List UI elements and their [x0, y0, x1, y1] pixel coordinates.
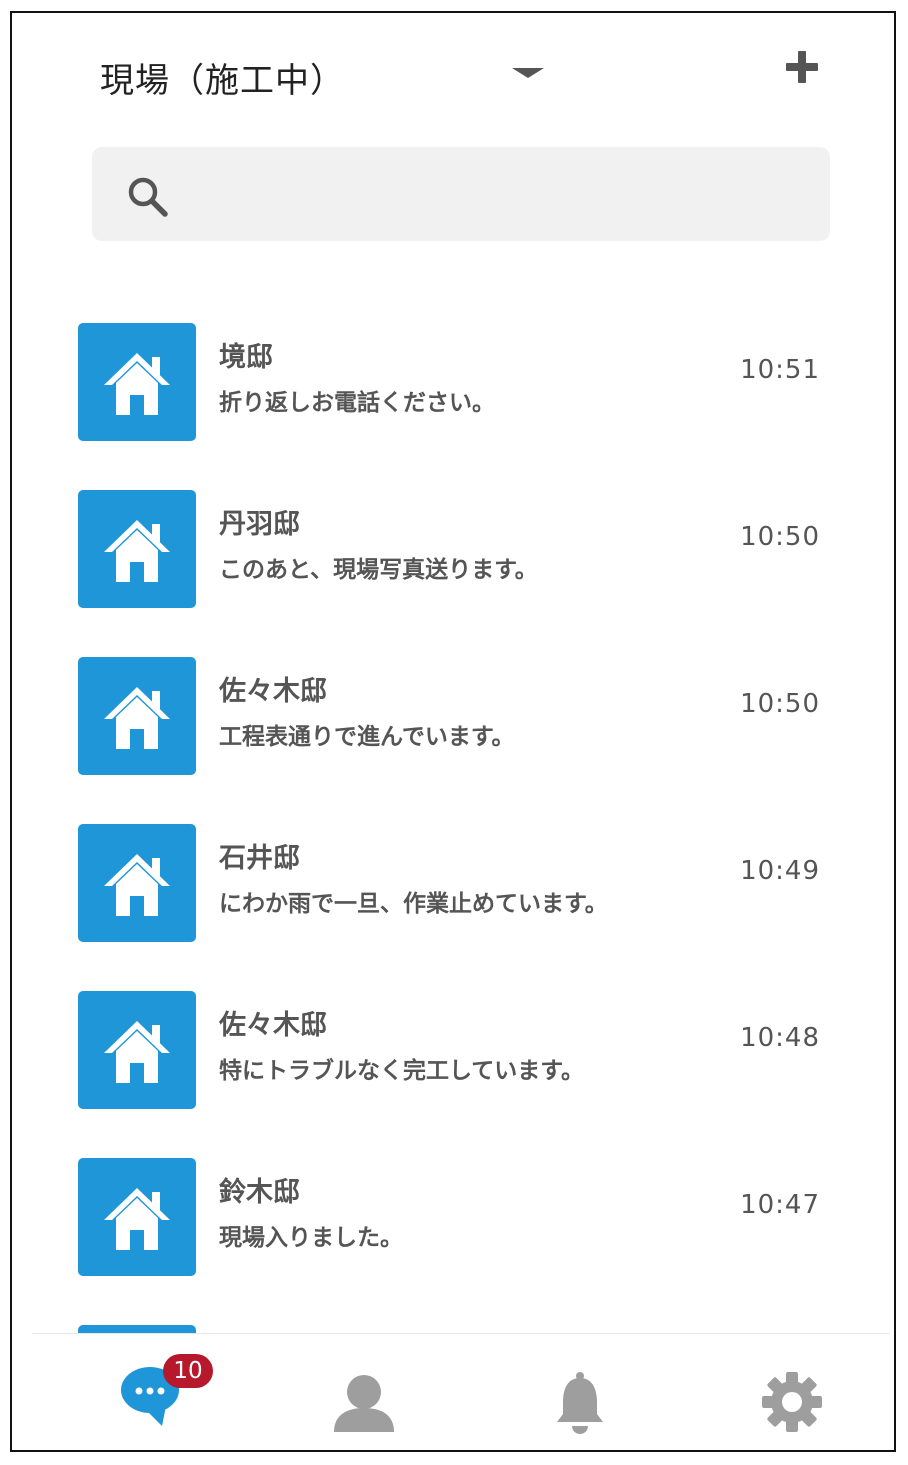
house-icon — [104, 1188, 170, 1250]
chat-bubble-icon — [121, 1367, 179, 1426]
tab-settings[interactable] — [732, 1334, 852, 1444]
room-last-message: 工程表通りで進んでいます。 — [219, 724, 515, 750]
room-name: 石井邸 — [219, 843, 300, 874]
room-name: 佐々木邸 — [219, 676, 327, 707]
room-avatar — [78, 991, 196, 1109]
room-list-item[interactable] — [12, 1315, 894, 1333]
room-last-message: 現場入りました。 — [219, 1225, 403, 1251]
tab-contacts[interactable] — [304, 1334, 424, 1444]
search-bar[interactable] — [92, 147, 830, 241]
bell-icon — [557, 1372, 603, 1434]
room-name: 佐々木邸 — [219, 1010, 327, 1041]
search-icon — [128, 177, 168, 217]
room-name: 丹羽邸 — [219, 509, 300, 540]
bottom-tab-bar: 10 — [32, 1333, 890, 1450]
room-timestamp: 10:47 — [740, 1190, 820, 1220]
room-last-message: このあと、現場写真送ります。 — [219, 557, 538, 583]
unread-badge: 10 — [163, 1354, 213, 1388]
room-list-item[interactable]: 佐々木邸 工程表通りで進んでいます。 10:50 — [12, 647, 894, 775]
room-timestamp: 10:48 — [740, 1023, 820, 1053]
room-list-item[interactable]: 境邸 折り返しお電話ください。 10:51 — [12, 313, 894, 441]
room-timestamp: 10:51 — [740, 355, 820, 385]
room-list-item[interactable]: 石井邸 にわか雨で一旦、作業止めています。 10:49 — [12, 814, 894, 942]
room-list-item[interactable]: 佐々木邸 特にトラブルなく完工しています。 10:48 — [12, 981, 894, 1109]
room-last-message: 特にトラブルなく完工しています。 — [219, 1058, 585, 1084]
room-avatar — [78, 824, 196, 942]
room-name: 境邸 — [219, 342, 273, 373]
room-name: 鈴木邸 — [219, 1177, 300, 1208]
site-filter-dropdown[interactable] — [508, 59, 548, 89]
room-timestamp: 10:50 — [740, 522, 820, 552]
room-avatar — [78, 1158, 196, 1276]
room-list-item[interactable]: 鈴木邸 現場入りました。 10:47 — [12, 1148, 894, 1276]
house-icon — [104, 854, 170, 916]
house-icon — [104, 1021, 170, 1083]
house-icon — [104, 353, 170, 415]
person-icon — [334, 1375, 394, 1432]
house-icon — [104, 687, 170, 749]
tab-chat[interactable]: 10 — [92, 1334, 213, 1444]
caret-down-icon — [512, 68, 544, 78]
room-list: 境邸 折り返しお電話ください。 10:51 丹羽邸 このあと、現場写真送ります。… — [12, 303, 894, 1333]
gear-icon — [762, 1372, 822, 1432]
app-frame: 現場（施工中） 境邸 折り返しお電話ください。 10:51 丹羽邸 このあと、現… — [10, 11, 896, 1452]
add-room-button[interactable] — [778, 43, 826, 91]
room-last-message: 折り返しお電話ください。 — [219, 390, 495, 416]
room-avatar — [78, 657, 196, 775]
room-avatar — [78, 1325, 196, 1333]
room-timestamp: 10:49 — [740, 856, 820, 886]
search-input[interactable] — [184, 167, 808, 223]
house-icon — [104, 520, 170, 582]
plus-icon — [786, 51, 818, 83]
page-title: 現場（施工中） — [100, 61, 345, 101]
room-list-item[interactable]: 丹羽邸 このあと、現場写真送ります。 10:50 — [12, 480, 894, 608]
tab-notifications[interactable] — [520, 1334, 640, 1444]
room-avatar — [78, 323, 196, 441]
room-avatar — [78, 490, 196, 608]
room-timestamp: 10:50 — [740, 689, 820, 719]
room-last-message: にわか雨で一旦、作業止めています。 — [219, 891, 608, 917]
